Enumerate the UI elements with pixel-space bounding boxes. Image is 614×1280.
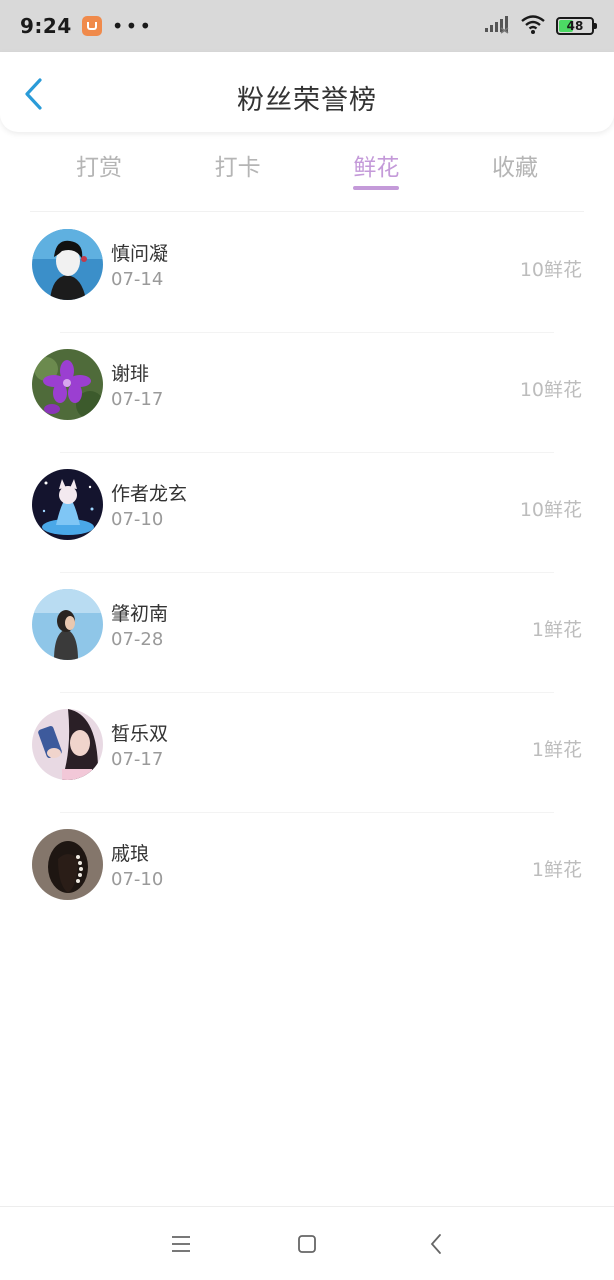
flower-count: 1鲜花 <box>531 739 582 761</box>
tab-label: 收藏 <box>491 155 538 181</box>
avatar <box>32 469 103 540</box>
signal-icon <box>484 14 510 38</box>
list-item[interactable]: 晳乐双 07-17 1鲜花 <box>0 693 614 813</box>
fan-list: 慎问凝 07-14 10鲜花 谢琲 07-17 10鲜花 作者龙玄 07-10 … <box>0 213 614 933</box>
status-bar-left: 9:24 ••• <box>20 14 153 38</box>
fan-date: 07-10 <box>111 509 164 530</box>
status-bar-right: 48 <box>484 13 597 39</box>
avatar <box>32 589 103 660</box>
avatar <box>32 829 103 900</box>
status-bar: 9:24 ••• 48 <box>0 0 614 52</box>
fan-name: 慎问凝 <box>111 243 169 265</box>
battery-level: 48 <box>566 19 584 33</box>
tab-checkin[interactable]: 打卡 <box>169 140 307 211</box>
fan-name: 肇初南 <box>111 603 169 625</box>
system-back-button[interactable] <box>421 1229 451 1259</box>
flower-count: 10鲜花 <box>519 259 582 281</box>
tab-label: 打赏 <box>76 155 122 181</box>
flower-count: 10鲜花 <box>519 499 582 521</box>
fan-date: 07-14 <box>111 269 164 290</box>
back-icon <box>430 1234 441 1254</box>
fan-name: 作者龙玄 <box>111 483 188 505</box>
tab-bar: 打赏 打卡 鲜花 收藏 <box>30 140 584 212</box>
fan-date: 07-17 <box>111 749 164 770</box>
avatar <box>32 349 103 420</box>
tab-flowers[interactable]: 鲜花 <box>307 140 445 211</box>
flower-count: 1鲜花 <box>531 619 582 641</box>
tab-reward[interactable]: 打赏 <box>30 140 168 211</box>
flower-count: 1鲜花 <box>531 859 582 881</box>
list-item[interactable]: 慎问凝 07-14 10鲜花 <box>0 213 614 333</box>
list-item[interactable]: 作者龙玄 07-10 10鲜花 <box>0 453 614 573</box>
app-notification-icon <box>81 16 102 36</box>
home-button[interactable] <box>292 1229 322 1259</box>
page-header: 粉丝荣誉榜 <box>0 52 614 132</box>
list-item[interactable]: 肇初南 07-28 1鲜花 <box>0 573 614 693</box>
tab-favorites[interactable]: 收藏 <box>446 140 584 211</box>
fan-date: 07-17 <box>111 389 164 410</box>
flower-count: 10鲜花 <box>519 379 582 401</box>
more-notifications-icon: ••• <box>111 14 154 38</box>
menu-button[interactable] <box>166 1229 196 1259</box>
avatar <box>32 229 103 300</box>
active-tab-indicator <box>353 186 400 190</box>
wifi-icon <box>520 13 546 39</box>
fan-name: 谢琲 <box>111 363 150 385</box>
battery-icon: 48 <box>556 17 597 35</box>
home-icon <box>298 1235 316 1253</box>
status-time: 9:24 <box>20 14 72 38</box>
list-item[interactable]: 戚琅 07-10 1鲜花 <box>0 813 614 933</box>
system-nav-bar <box>0 1206 614 1280</box>
fan-date: 07-28 <box>111 629 164 650</box>
fan-name: 戚琅 <box>111 843 150 865</box>
avatar <box>32 709 103 780</box>
page-title: 粉丝荣誉榜 <box>237 85 377 116</box>
list-item[interactable]: 谢琲 07-17 10鲜花 <box>0 333 614 453</box>
fan-name: 晳乐双 <box>111 723 169 745</box>
tab-label: 鲜花 <box>353 155 400 181</box>
fan-date: 07-10 <box>111 869 164 890</box>
menu-icon <box>172 1236 190 1252</box>
tab-label: 打卡 <box>214 155 261 181</box>
